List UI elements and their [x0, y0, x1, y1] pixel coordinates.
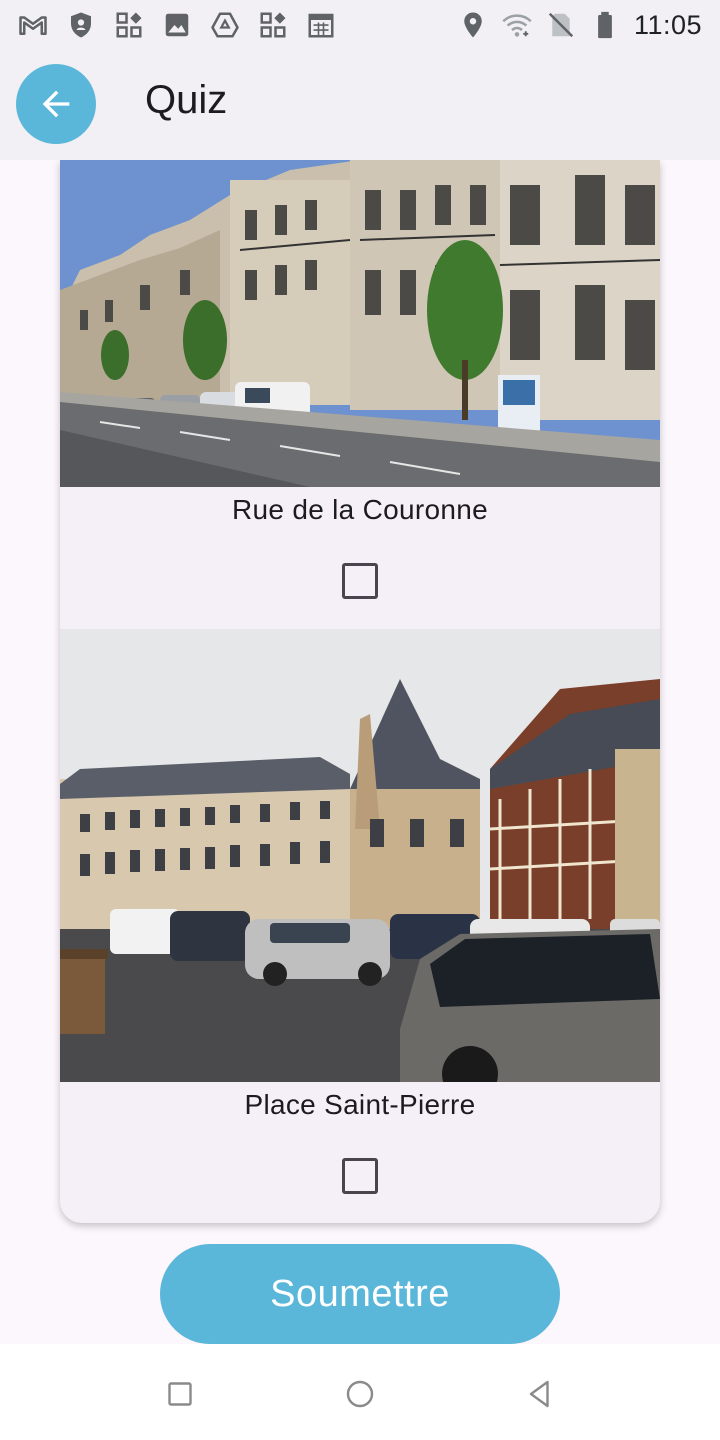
status-bar: 11:05: [0, 0, 720, 50]
quiz-option: Rue de la Couronne: [60, 160, 660, 629]
option-label: Place Saint-Pierre: [244, 1089, 476, 1120]
option-label: Rue de la Couronne: [231, 494, 489, 525]
drive-icon: [210, 10, 240, 40]
quiz-content[interactable]: Rue de la Couronne Place Saint-Pierre So…: [0, 160, 720, 1344]
page-title: Quiz: [145, 78, 228, 122]
battery-icon: [590, 10, 620, 40]
image-icon: [162, 10, 192, 40]
calendar-icon: [306, 10, 336, 40]
back-button[interactable]: [16, 64, 96, 144]
submit-button[interactable]: Soumettre: [160, 1244, 560, 1344]
shield-icon: [66, 10, 96, 40]
status-clock: 11:05: [633, 9, 702, 40]
location-icon: [458, 10, 488, 40]
system-back-button[interactable]: [520, 1374, 560, 1414]
recents-icon: [168, 1382, 192, 1406]
square-photo: [60, 629, 660, 1082]
arrow-back-icon: [42, 90, 70, 118]
status-system-icons: 11:05: [458, 10, 702, 41]
no-sim-icon: [546, 10, 576, 40]
app-bar: Quiz: [0, 50, 720, 160]
quiz-options-card: Rue de la Couronne Place Saint-Pierre: [60, 160, 660, 1223]
home-icon: [346, 1380, 374, 1408]
home-button[interactable]: [340, 1374, 380, 1414]
option-checkbox[interactable]: [342, 563, 378, 599]
wifi-icon: [502, 10, 532, 40]
recents-button[interactable]: [160, 1374, 200, 1414]
gmail-icon: [18, 10, 48, 40]
widgets-icon: [258, 10, 288, 40]
option-checkbox[interactable]: [342, 1158, 378, 1194]
status-notification-icons: [18, 10, 336, 40]
quiz-option: Place Saint-Pierre: [60, 629, 660, 1223]
navigation-bar: [0, 1344, 720, 1440]
back-icon: [529, 1380, 549, 1408]
street-photo: [60, 160, 660, 487]
widgets-icon: [114, 10, 144, 40]
